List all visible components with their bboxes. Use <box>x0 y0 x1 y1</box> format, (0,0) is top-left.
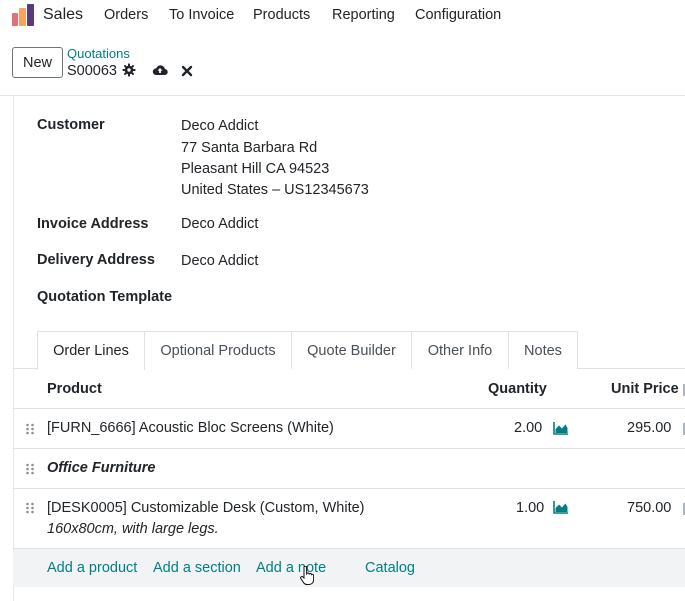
tab-quote-builder[interactable]: Quote Builder <box>291 331 412 369</box>
delivery-address-field[interactable]: Deco Addict <box>181 253 258 269</box>
close-icon[interactable] <box>181 65 193 77</box>
order-lines-header: Product Quantity Unit Price <box>13 370 685 409</box>
top-navbar: Sales Orders To Invoice Products Reporti… <box>0 0 685 32</box>
catalog-link[interactable]: Catalog <box>365 560 415 576</box>
add-section-link[interactable]: Add a section <box>153 560 241 576</box>
area-chart-icon[interactable] <box>553 501 569 514</box>
tab-optional-products[interactable]: Optional Products <box>144 331 292 369</box>
add-product-link[interactable]: Add a product <box>47 560 137 576</box>
customer-country: United States – US12345673 <box>181 182 369 198</box>
tab-order-lines[interactable]: Order Lines <box>37 331 145 370</box>
table-row[interactable]: [DESK0005] Customizable Desk (Custom, Wh… <box>13 489 685 549</box>
column-product[interactable]: Product <box>47 381 102 397</box>
drag-handle-icon[interactable] <box>25 502 35 514</box>
customer-city: Pleasant Hill CA 94523 <box>181 161 330 177</box>
menu-configuration[interactable]: Configuration <box>415 7 501 23</box>
cloud-upload-icon[interactable] <box>152 63 168 77</box>
record-name: S00063 <box>67 63 117 79</box>
menu-reporting[interactable]: Reporting <box>332 7 395 23</box>
unit-price-value[interactable]: 750.00 <box>627 500 671 516</box>
menu-products[interactable]: Products <box>253 7 310 23</box>
product-description: 160x80cm, with large legs. <box>47 521 219 537</box>
hand-pointer-cursor-icon <box>300 566 314 585</box>
app-name[interactable]: Sales <box>43 6 83 24</box>
section-row[interactable]: Office Furniture <box>13 449 685 489</box>
customer-name[interactable]: Deco Addict <box>181 118 258 134</box>
drag-handle-icon[interactable] <box>25 423 35 435</box>
add-note-link[interactable]: Add a note <box>256 560 326 576</box>
breadcrumb-quotations[interactable]: Quotations <box>67 46 130 61</box>
drag-handle-icon[interactable] <box>25 463 35 475</box>
column-unit-price[interactable]: Unit Price <box>611 381 679 397</box>
quotation-template-label: Quotation Template <box>37 289 173 305</box>
notebook-tabs: Order Lines Optional Products Quote Buil… <box>13 331 685 370</box>
gear-icon[interactable] <box>122 63 136 77</box>
section-name[interactable]: Office Furniture <box>47 460 156 476</box>
control-panel: New Quotations S00063 <box>0 32 685 96</box>
customer-label: Customer <box>37 117 105 133</box>
customer-street: 77 Santa Barbara Rd <box>181 140 318 156</box>
unit-price-value[interactable]: 295.00 <box>627 420 671 436</box>
table-row[interactable]: [FURN_6666] Acoustic Bloc Screens (White… <box>13 409 685 449</box>
add-line-row: Add a product Add a section Add a note C… <box>13 549 685 587</box>
new-button[interactable]: New <box>12 47 63 78</box>
tab-other-info[interactable]: Other Info <box>411 331 509 369</box>
menu-to-invoice[interactable]: To Invoice <box>169 7 234 23</box>
delivery-address-label: Delivery Address <box>37 252 155 268</box>
quantity-value[interactable]: 2.00 <box>514 420 542 436</box>
sales-app-icon[interactable] <box>12 4 35 26</box>
invoice-address-field[interactable]: Deco Addict <box>181 216 258 232</box>
area-chart-icon[interactable] <box>553 422 569 435</box>
product-name[interactable]: [DESK0005] Customizable Desk (Custom, Wh… <box>47 500 365 516</box>
product-name[interactable]: [FURN_6666] Acoustic Bloc Screens (White… <box>47 420 334 436</box>
menu-orders[interactable]: Orders <box>104 7 148 23</box>
quantity-value[interactable]: 1.00 <box>516 500 544 516</box>
tab-notes[interactable]: Notes <box>508 331 578 369</box>
column-quantity[interactable]: Quantity <box>488 381 547 397</box>
invoice-address-label: Invoice Address <box>37 216 149 232</box>
